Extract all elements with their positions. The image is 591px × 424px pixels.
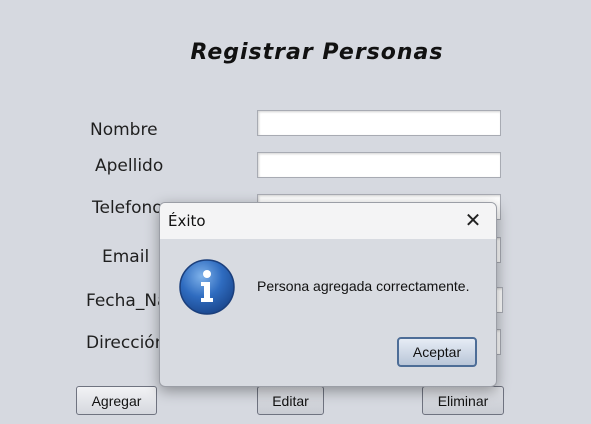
apellido-field[interactable]	[257, 152, 501, 178]
label-telefono: Telefono	[92, 198, 163, 218]
dialog-title: Éxito	[168, 212, 206, 230]
label-email: Email	[102, 247, 150, 267]
success-dialog: Éxito ✕ Persona agregada correctamente. …	[159, 202, 497, 387]
label-fecha: Fecha_Na	[86, 291, 168, 311]
close-icon[interactable]: ✕	[462, 209, 484, 231]
page-title: Registrar Personas	[190, 40, 444, 65]
editar-button[interactable]: Editar	[257, 386, 324, 415]
dialog-titlebar[interactable]: Éxito ✕	[160, 203, 496, 239]
label-nombre: Nombre	[90, 120, 158, 140]
label-direccion: Dirección	[86, 333, 166, 353]
agregar-button[interactable]: Agregar	[76, 386, 157, 415]
information-icon	[179, 259, 235, 315]
nombre-field[interactable]	[257, 110, 501, 136]
aceptar-button[interactable]: Aceptar	[397, 337, 477, 367]
dialog-message: Persona agregada correctamente.	[257, 278, 470, 294]
eliminar-button[interactable]: Eliminar	[422, 386, 504, 415]
label-apellido: Apellido	[95, 156, 164, 176]
